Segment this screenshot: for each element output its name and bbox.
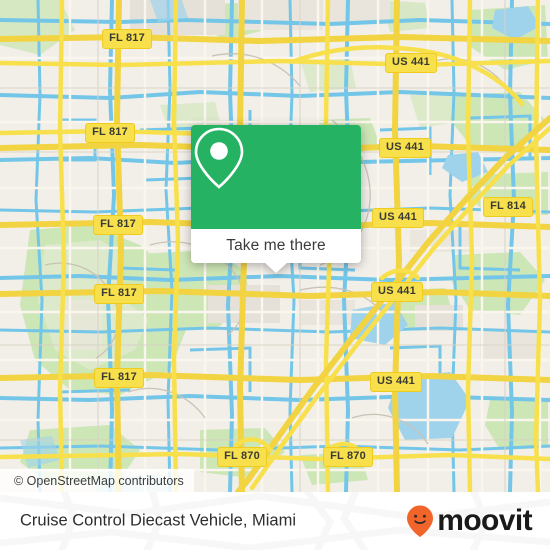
road-shield: US 441 xyxy=(372,208,424,228)
road-shield: US 441 xyxy=(370,372,422,392)
moovit-smiley-pin-icon xyxy=(407,505,434,537)
map-attribution[interactable]: © OpenStreetMap contributors xyxy=(0,469,194,492)
road-shield: FL 817 xyxy=(94,368,144,388)
moovit-brand[interactable]: moovit xyxy=(405,504,533,538)
map-canvas[interactable]: .wtr { fill:none; stroke:#73C6E8; stroke… xyxy=(0,0,550,492)
road-shield: US 441 xyxy=(385,53,437,73)
road-shield: FL 870 xyxy=(217,447,267,467)
take-me-there-label: Take me there xyxy=(226,237,326,254)
moovit-wordmark: moovit xyxy=(437,504,532,537)
place-title: Cruise Control Diecast Vehicle, Miami xyxy=(20,511,297,530)
card-cta-panel[interactable]: Take me there xyxy=(191,229,361,263)
card-pointer-tail xyxy=(265,263,287,273)
road-shield: FL 870 xyxy=(323,447,373,467)
footer-bar: Cruise Control Diecast Vehicle, Miami mo… xyxy=(0,492,550,550)
road-shield: FL 814 xyxy=(483,197,533,217)
road-shield: US 441 xyxy=(379,138,431,158)
road-shield: FL 817 xyxy=(94,284,144,304)
take-me-there-card[interactable]: Take me there xyxy=(191,125,361,273)
moovit-place-card: .wtr { fill:none; stroke:#73C6E8; stroke… xyxy=(0,0,550,550)
road-shield: US 441 xyxy=(371,282,423,302)
road-shield: FL 817 xyxy=(85,123,135,143)
road-shield: FL 817 xyxy=(93,215,143,235)
attribution-text: © OpenStreetMap contributors xyxy=(14,473,184,488)
card-pin-panel xyxy=(191,125,361,229)
map-pin-icon xyxy=(194,127,244,189)
road-shield: FL 817 xyxy=(102,29,152,49)
